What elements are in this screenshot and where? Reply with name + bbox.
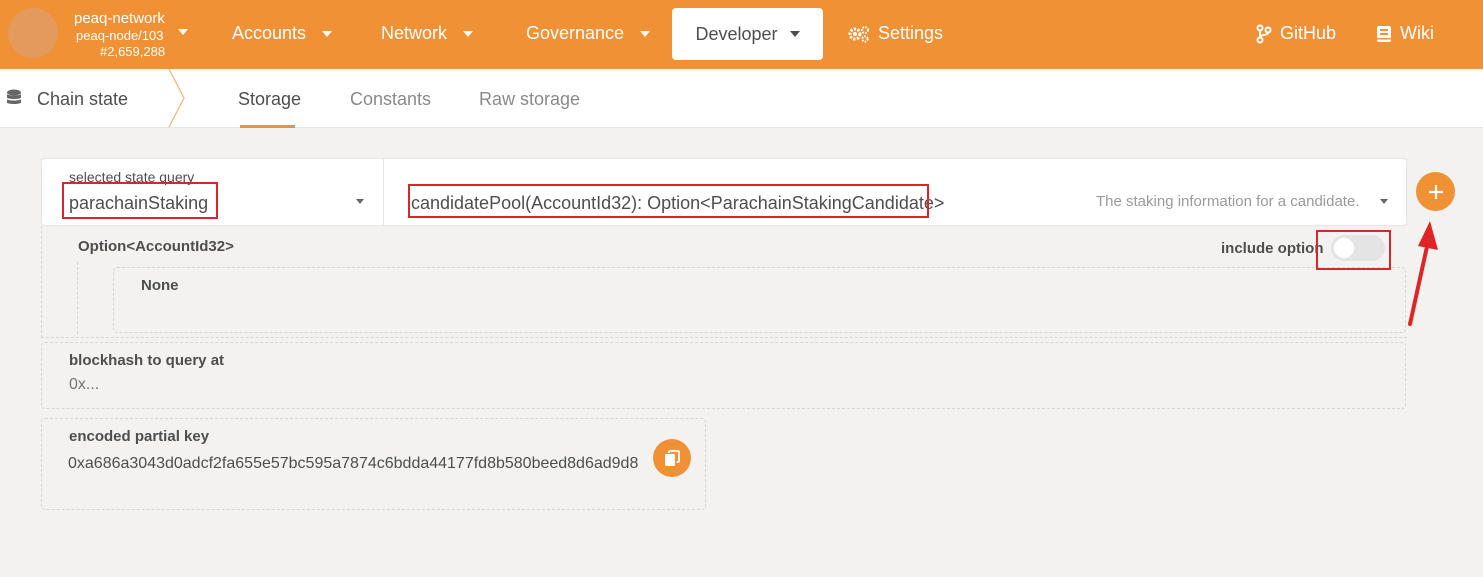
blockhash-label: blockhash to query at [69,352,225,369]
annotation-box-toggle [1316,230,1391,270]
encoded-key-value: 0xa686a3043d0adcf2fa655e57bc595a7874c6bd… [68,455,639,472]
chevron-down-icon [789,31,800,37]
blockhash-input[interactable] [69,376,669,394]
nav-accounts[interactable]: Accounts [232,23,333,44]
annotation-box-section [62,182,218,219]
nav-wiki-label: Wiki [1400,23,1434,43]
copy-button[interactable] [653,439,691,477]
page-title: Chain state [37,89,129,109]
tab-constants[interactable]: Constants [350,89,431,110]
annotation-arrow-icon [1408,221,1438,326]
gears-icon [848,25,869,43]
nav-network[interactable]: Network [381,23,474,44]
add-query-button[interactable] [1416,172,1455,211]
nav-wiki[interactable]: Wiki [1376,23,1434,44]
chevron-down-icon[interactable] [356,199,364,204]
param-guide-line [77,262,78,334]
chevron-down-icon [640,30,651,37]
chevron-down-icon [463,30,474,37]
copy-icon [665,449,680,466]
book-icon [1377,25,1391,42]
nav-governance-label: Governance [526,23,625,43]
option-value-label: None [141,277,179,294]
top-bar: peaq-network peaq-node/103 #2,659,288 Ac… [0,0,1483,69]
divider [383,159,384,225]
tab-storage[interactable]: Storage [238,89,301,110]
nav-network-label: Network [381,23,448,43]
nav-developer[interactable]: Developer [672,8,823,60]
nav-github-label: GitHub [1280,23,1337,43]
database-icon [7,89,21,104]
sub-navigation: Chain state Storage Constants Raw storag… [0,69,1483,128]
code-branch-icon [1256,24,1272,43]
nav-settings[interactable]: Settings [848,23,943,44]
nav-settings-label: Settings [878,23,944,43]
block-number: #2,659,288 [100,44,166,59]
chevron-down-icon [322,30,333,37]
nav-governance[interactable]: Governance [526,23,651,44]
annotation-box-method [408,184,929,218]
nav-github[interactable]: GitHub [1256,23,1336,44]
method-description: The staking information for a candidate. [1096,193,1360,210]
nav-developer-label: Developer [695,23,778,44]
chain-selector-chevron-down-icon[interactable] [178,29,188,35]
node-name[interactable]: peaq-node/103 [76,28,163,43]
chain-name[interactable]: peaq-network [74,10,165,27]
chevron-down-icon[interactable] [1380,199,1388,204]
plus-icon [1428,184,1443,199]
tab-raw-storage[interactable]: Raw storage [479,89,580,110]
active-tab-indicator [240,125,295,128]
chain-logo[interactable] [8,8,58,58]
breadcrumb-separator [168,69,185,128]
option-value-box [113,267,1406,333]
encoded-key-label: encoded partial key [69,428,210,445]
include-option-label: include option [1221,240,1324,257]
nav-accounts-label: Accounts [232,23,307,43]
param-type-label: Option<AccountId32> [78,238,234,255]
